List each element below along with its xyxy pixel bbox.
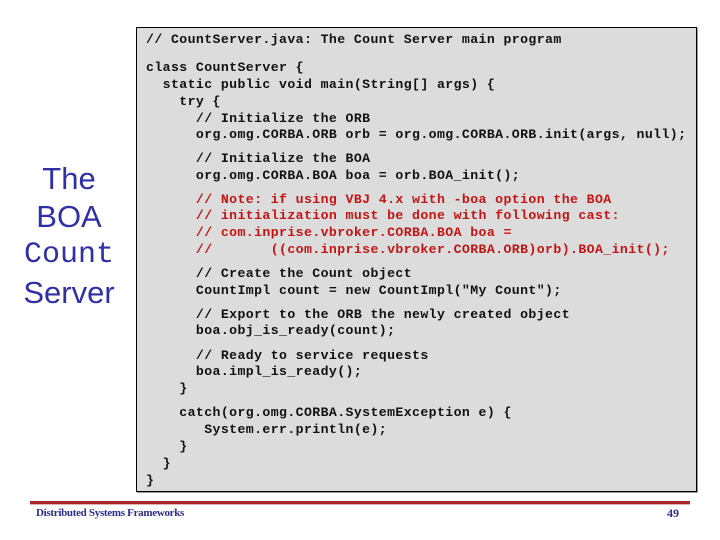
code-line: static public void main(String[] args) { (146, 77, 496, 92)
code-line: // Initialize the BOA (146, 151, 371, 166)
code-line: boa.obj_is_ready(count); (146, 323, 396, 338)
code-line: System.err.println(e); (146, 422, 388, 437)
code-line: } (146, 381, 188, 396)
code-line: // CountServer.java: The Count Server ma… (146, 32, 562, 47)
code-line: } (146, 473, 155, 488)
code-line: CountImpl count = new CountImpl("My Coun… (146, 283, 562, 298)
code-line: // Export to the ORB the newly created o… (146, 307, 571, 322)
code-line: // Ready to service requests (146, 348, 429, 363)
code-comment-line: // Note: if using VBJ 4.x with -boa opti… (146, 192, 612, 207)
slide-title: The BOA Count Server (0, 160, 138, 312)
code-line: org.omg.CORBA.ORB orb = org.omg.CORBA.OR… (146, 127, 687, 142)
code-listing: // CountServer.java: The Count Server ma… (136, 27, 697, 492)
code-line: org.omg.CORBA.BOA boa = orb.BOA_init(); (146, 168, 521, 183)
code-line: } (146, 456, 171, 471)
slide-title-line-4: Server (23, 275, 115, 310)
code-comment-line: // com.inprise.vbroker.CORBA.BOA boa = (146, 225, 512, 240)
code-line: catch(org.omg.CORBA.SystemException e) { (146, 405, 512, 420)
code-comment-line: // ((com.inprise.vbroker.CORBA.ORB)orb).… (146, 242, 670, 257)
footer-divider (30, 501, 690, 505)
code-line: // Create the Count object (146, 266, 413, 281)
code-line: try { (146, 94, 221, 109)
slide-title-line-3: Count (23, 238, 114, 272)
footer-course-title: Distributed Systems Frameworks (36, 507, 185, 519)
code-line: // Initialize the ORB (146, 111, 371, 126)
slide-title-line-1: The (42, 161, 96, 196)
code-comment-line: // initialization must be done with foll… (146, 208, 620, 223)
code-line: class CountServer { (146, 60, 304, 75)
page-number: 49 (667, 506, 679, 520)
slide-title-line-2: BOA (36, 199, 102, 234)
code-line: boa.impl_is_ready(); (146, 364, 363, 379)
code-line: } (146, 439, 188, 454)
